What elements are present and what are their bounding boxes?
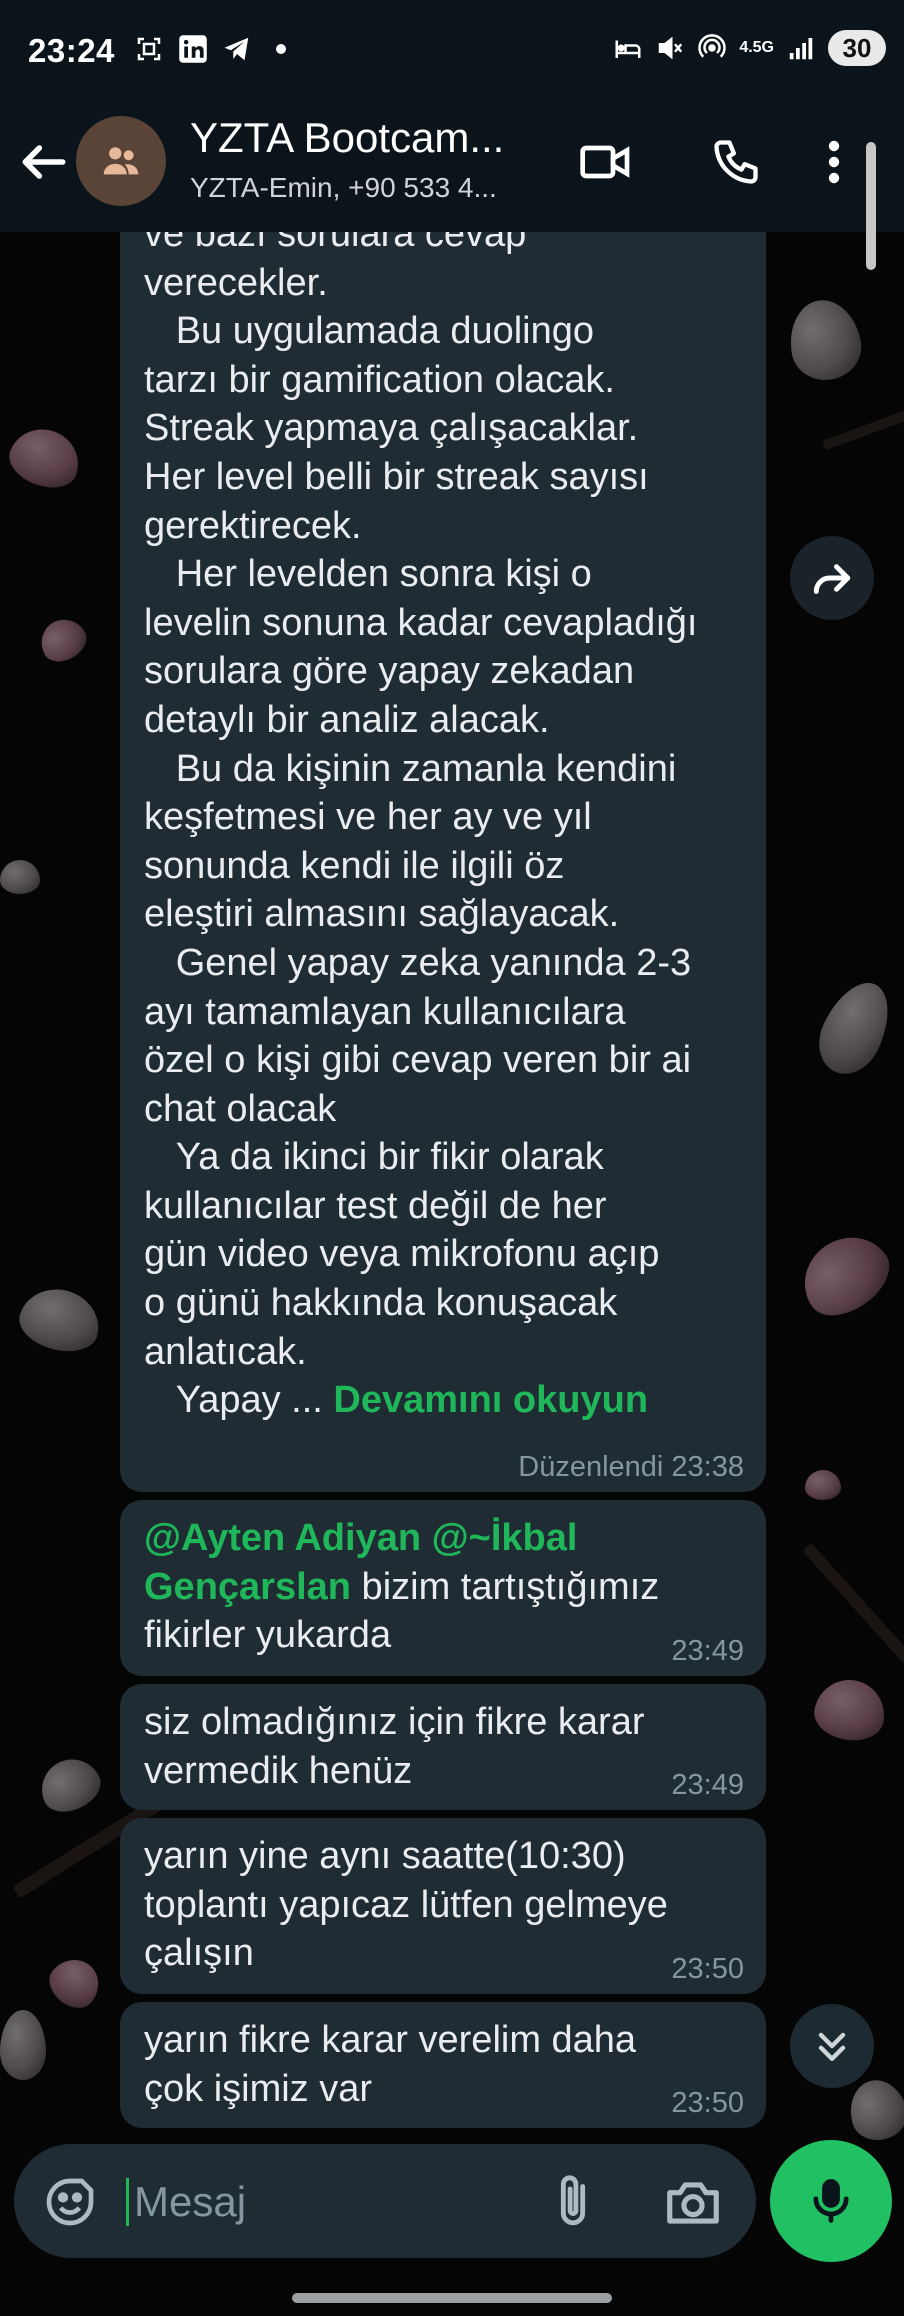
screenshot-icon — [137, 37, 161, 61]
message-body: ve bazı sorulara cevap verecekler. Bu uy… — [144, 213, 698, 1422]
signal-icon — [789, 38, 813, 60]
group-avatar[interactable] — [76, 116, 166, 206]
status-time: 23:24 — [28, 32, 115, 69]
message-composer: Mesaj — [14, 2144, 756, 2258]
message-time: 23:49 — [671, 1769, 744, 1801]
text-cursor — [126, 2178, 129, 2226]
sticker-icon[interactable] — [42, 2174, 98, 2230]
message-body: siz olmadığınız için fikre karar vermedi… — [144, 1701, 645, 1792]
scroll-to-bottom-button[interactable] — [790, 2004, 874, 2088]
video-camera-icon — [580, 145, 630, 179]
message-body: yarın fikre karar verelim daha çok işimi… — [144, 2019, 637, 2110]
scrollbar-thumb[interactable] — [866, 142, 876, 270]
battery-level: 30 — [842, 32, 872, 63]
back-arrow-icon[interactable] — [16, 134, 72, 190]
message-time: 23:50 — [671, 2087, 744, 2119]
forward-icon — [813, 564, 851, 594]
chat-header: YZTA Bootcam... YZTA-Emin, +90 533 4... — [0, 100, 904, 232]
battery-indicator: 30 — [828, 30, 886, 66]
forward-button[interactable] — [790, 536, 874, 620]
sleep-icon — [615, 40, 641, 58]
message-bubble[interactable]: yarın fikre karar verelim daha çok işimi… — [120, 2002, 766, 2128]
gesture-navigation-bar[interactable] — [292, 2293, 612, 2303]
group-people-icon — [103, 147, 139, 175]
mute-icon — [659, 36, 683, 60]
paperclip-icon[interactable] — [544, 2172, 602, 2230]
network-type-label: 4.5G — [739, 39, 774, 56]
notification-dot-icon — [276, 44, 286, 54]
message-text: @Ayten Adiyan @~İkbal Gençarslan bizim t… — [144, 1514, 742, 1660]
voice-message-button[interactable] — [770, 2140, 892, 2262]
message-bubble[interactable]: ve bazı sorulara cevap verecekler. Bu uy… — [120, 198, 766, 1492]
chat-participants[interactable]: YZTA-Emin, +90 533 4... — [190, 172, 497, 204]
message-time: 23:49 — [671, 1635, 744, 1667]
more-vertical-icon — [828, 140, 840, 184]
read-more-link[interactable]: Devamını okuyun — [333, 1379, 648, 1421]
message-bubble[interactable]: yarın yine aynı saatte(10:30) toplantı y… — [120, 1818, 766, 1994]
message-bubble[interactable]: siz olmadığınız için fikre karar vermedi… — [120, 1684, 766, 1810]
camera-icon[interactable] — [662, 2172, 724, 2234]
voice-call-button[interactable] — [704, 130, 768, 194]
message-edited-time: Düzenlendi 23:38 — [518, 1451, 744, 1483]
video-call-button[interactable] — [574, 130, 638, 194]
linkedin-icon — [179, 35, 207, 63]
hotspot-icon — [698, 34, 726, 58]
double-chevron-down-icon — [818, 2032, 846, 2062]
chat-title[interactable]: YZTA Bootcam... — [190, 114, 504, 162]
message-time: 23:50 — [671, 1953, 744, 1985]
message-input[interactable]: Mesaj — [134, 2178, 246, 2226]
message-body: yarın yine aynı saatte(10:30) toplantı y… — [144, 1835, 668, 1975]
microphone-icon — [813, 2179, 849, 2223]
overflow-menu-button[interactable] — [814, 130, 854, 194]
status-bar: 23:24 4.5G 30 — [0, 0, 904, 100]
phone-icon — [714, 140, 758, 184]
message-bubble[interactable]: @Ayten Adiyan @~İkbal Gençarslan bizim t… — [120, 1500, 766, 1676]
telegram-icon — [224, 37, 249, 61]
message-text: ve bazı sorulara cevap verecekler. Bu uy… — [144, 210, 742, 1425]
